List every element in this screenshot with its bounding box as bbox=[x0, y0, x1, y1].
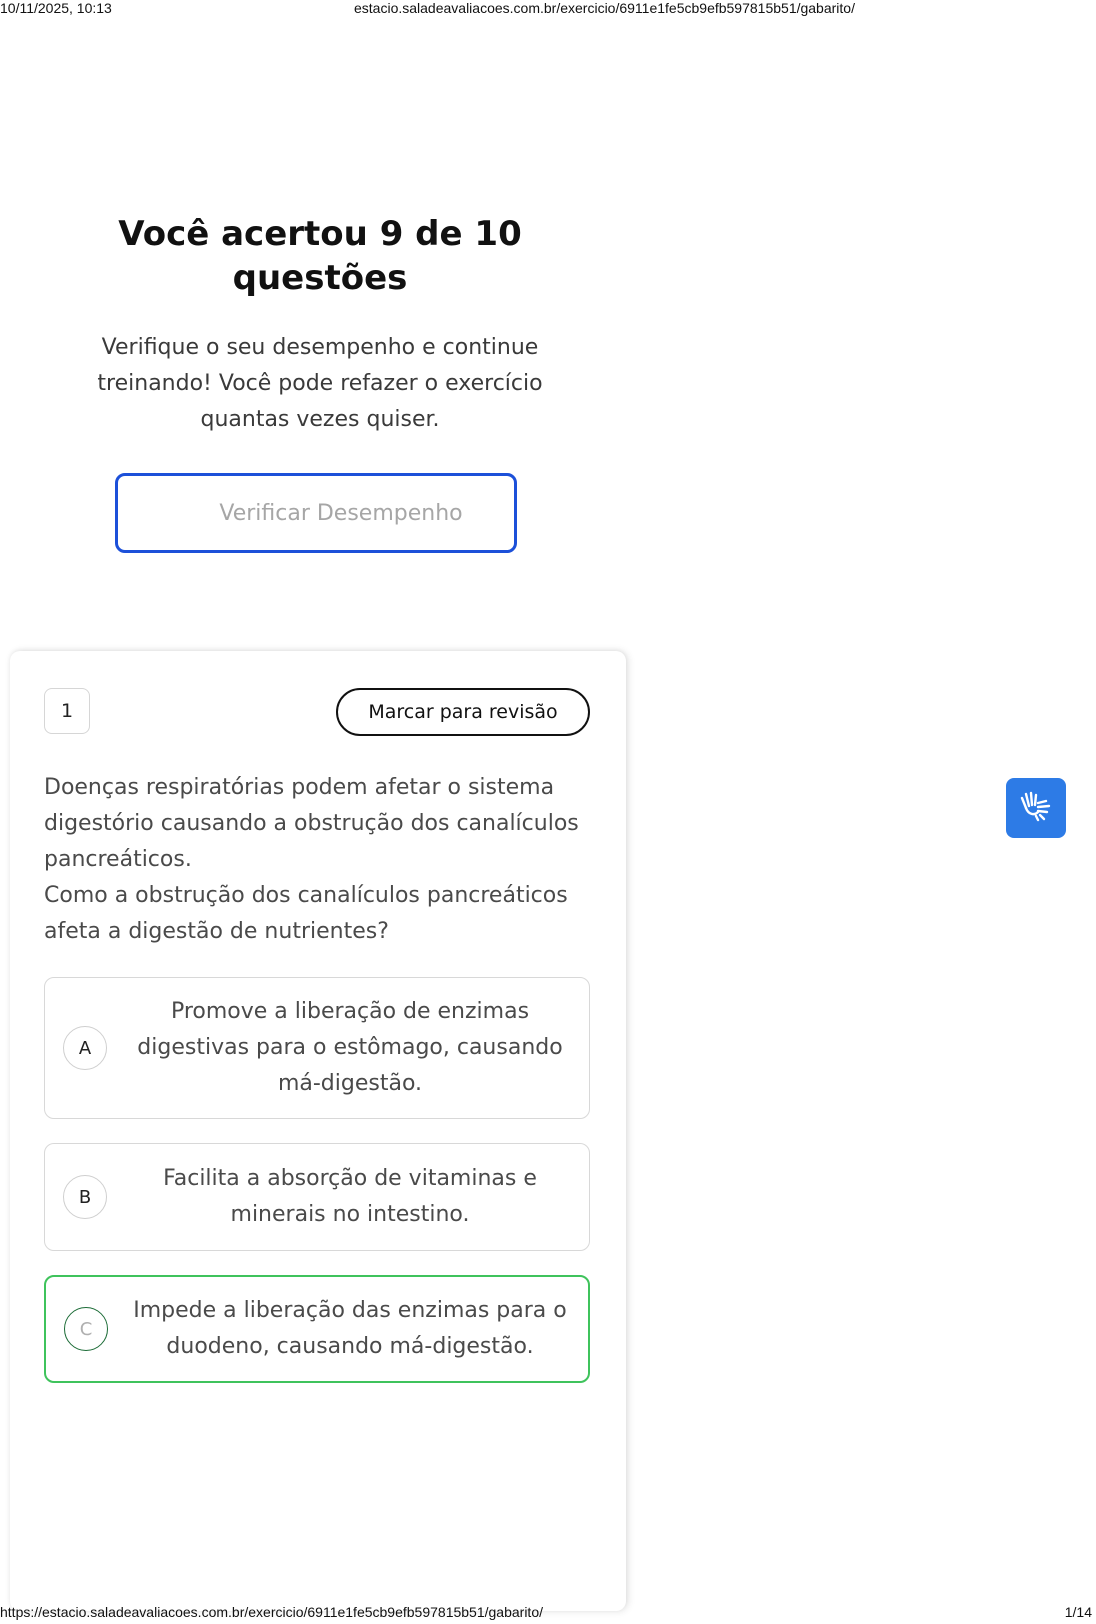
print-datetime: 10/11/2025, 10:13 bbox=[0, 0, 112, 16]
option-letter: C bbox=[64, 1307, 108, 1351]
option-a[interactable]: A Promove a liberação de enzimas digesti… bbox=[44, 977, 590, 1119]
question-statement-context: Doenças respiratórias podem afetar o sis… bbox=[44, 775, 579, 872]
print-footer-url: https://estacio.saladeavaliacoes.com.br/… bbox=[0, 1604, 543, 1620]
question-card: 1 Marcar para revisão Doenças respiratór… bbox=[10, 651, 626, 1611]
sign-language-widget-button[interactable] bbox=[1006, 778, 1066, 838]
print-footer: https://estacio.saladeavaliacoes.com.br/… bbox=[0, 1604, 1096, 1624]
option-text: Impede a liberação das enzimas para o du… bbox=[133, 1298, 567, 1359]
option-letter: A bbox=[63, 1026, 107, 1070]
mark-for-review-button[interactable]: Marcar para revisão bbox=[336, 688, 590, 736]
question-number: 1 bbox=[44, 688, 90, 734]
print-page-number: 1/14 bbox=[1064, 1604, 1092, 1620]
question-statement: Doenças respiratórias podem afetar o sis… bbox=[44, 770, 604, 950]
option-c-correct[interactable]: C Impede a liberação das enzimas para o … bbox=[44, 1275, 590, 1383]
option-text: Facilita a absorção de vitaminas e miner… bbox=[163, 1166, 537, 1227]
verify-performance-button[interactable]: Verificar Desempenho bbox=[115, 473, 517, 553]
result-subtitle: Verifique o seu desempenho e continue tr… bbox=[97, 335, 543, 432]
question-statement-prompt: Como a obstrução dos canalículos pancreá… bbox=[44, 883, 568, 944]
sign-language-hands-icon bbox=[1016, 786, 1056, 831]
option-text: Promove a liberação de enzimas digestiva… bbox=[137, 999, 563, 1096]
print-url: estacio.saladeavaliacoes.com.br/exercici… bbox=[354, 0, 855, 16]
option-b[interactable]: B Facilita a absorção de vitaminas e min… bbox=[44, 1143, 590, 1251]
result-title: Você acertou 9 de 10 questões bbox=[118, 214, 522, 298]
option-letter: B bbox=[63, 1175, 107, 1219]
print-header: 10/11/2025, 10:13 estacio.saladeavaliaco… bbox=[0, 0, 1096, 20]
